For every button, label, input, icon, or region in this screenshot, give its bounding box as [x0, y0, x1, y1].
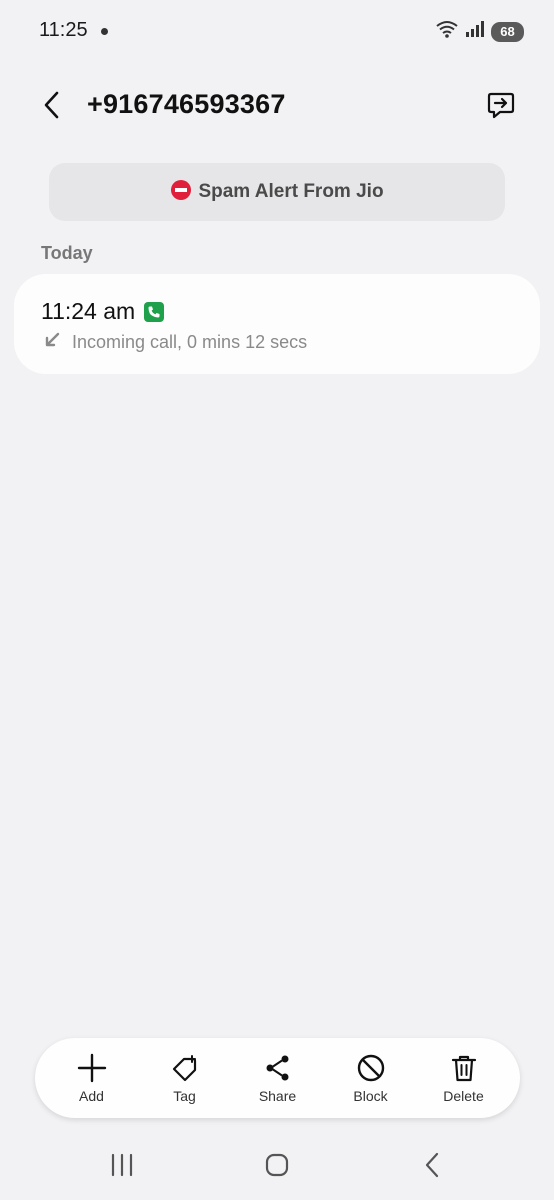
recents-icon	[111, 1153, 133, 1177]
home-icon	[265, 1153, 289, 1177]
delete-label: Delete	[443, 1088, 484, 1104]
chevron-left-icon	[44, 91, 59, 119]
nav-back-button[interactable]	[412, 1150, 452, 1180]
share-button[interactable]: Share	[238, 1052, 318, 1104]
call-details-screen: 11:25 68 +916746593367 Spam Alert From J…	[0, 0, 554, 1200]
block-icon	[355, 1052, 387, 1084]
recents-button[interactable]	[102, 1150, 142, 1180]
phone-icon	[144, 301, 165, 322]
status-icons: 68	[435, 19, 524, 44]
block-label: Block	[353, 1088, 388, 1104]
tag-button[interactable]: Tag	[145, 1052, 225, 1104]
signal-icon	[465, 20, 485, 43]
plus-icon	[76, 1052, 108, 1084]
wifi-icon	[435, 19, 459, 44]
navigation-bar	[0, 1140, 554, 1190]
status-time: 11:25	[39, 19, 88, 41]
share-label: Share	[258, 1088, 297, 1104]
call-detail-row: Incoming call, 0 mins 12 secs	[42, 330, 307, 355]
message-button[interactable]	[484, 88, 518, 122]
call-detail: Incoming call, 0 mins 12 secs	[72, 332, 308, 352]
spam-alert-banner[interactable]: Spam Alert From Jio	[49, 163, 505, 221]
tag-label: Tag	[173, 1088, 196, 1104]
call-time-row: 11:24 am	[41, 298, 165, 325]
back-icon	[425, 1152, 439, 1178]
incoming-arrow-icon	[42, 330, 62, 355]
share-icon	[262, 1052, 294, 1084]
status-bar: 11:25 68	[0, 0, 554, 60]
trash-icon	[448, 1052, 480, 1084]
tag-icon	[169, 1052, 201, 1084]
add-label: Add	[79, 1088, 104, 1104]
message-forward-icon	[487, 92, 515, 119]
battery-icon: 68	[491, 21, 524, 42]
action-bar: Add Tag Share Block Delete	[35, 1038, 520, 1118]
delete-button[interactable]: Delete	[424, 1052, 504, 1104]
call-time: 11:24 am	[41, 298, 136, 324]
block-button[interactable]: Block	[331, 1052, 411, 1104]
spam-alert-text: Spam Alert From Jio	[198, 181, 384, 202]
add-button[interactable]: Add	[52, 1052, 132, 1104]
page-title: +916746593367	[87, 89, 286, 119]
no-entry-icon	[170, 179, 192, 206]
section-title: Today	[41, 243, 93, 263]
back-button[interactable]	[36, 88, 66, 122]
notification-dot-icon	[101, 28, 108, 35]
call-log-item[interactable]: 11:24 am Incoming call, 0 mins 12 secs	[14, 274, 540, 374]
home-button[interactable]	[257, 1150, 297, 1180]
